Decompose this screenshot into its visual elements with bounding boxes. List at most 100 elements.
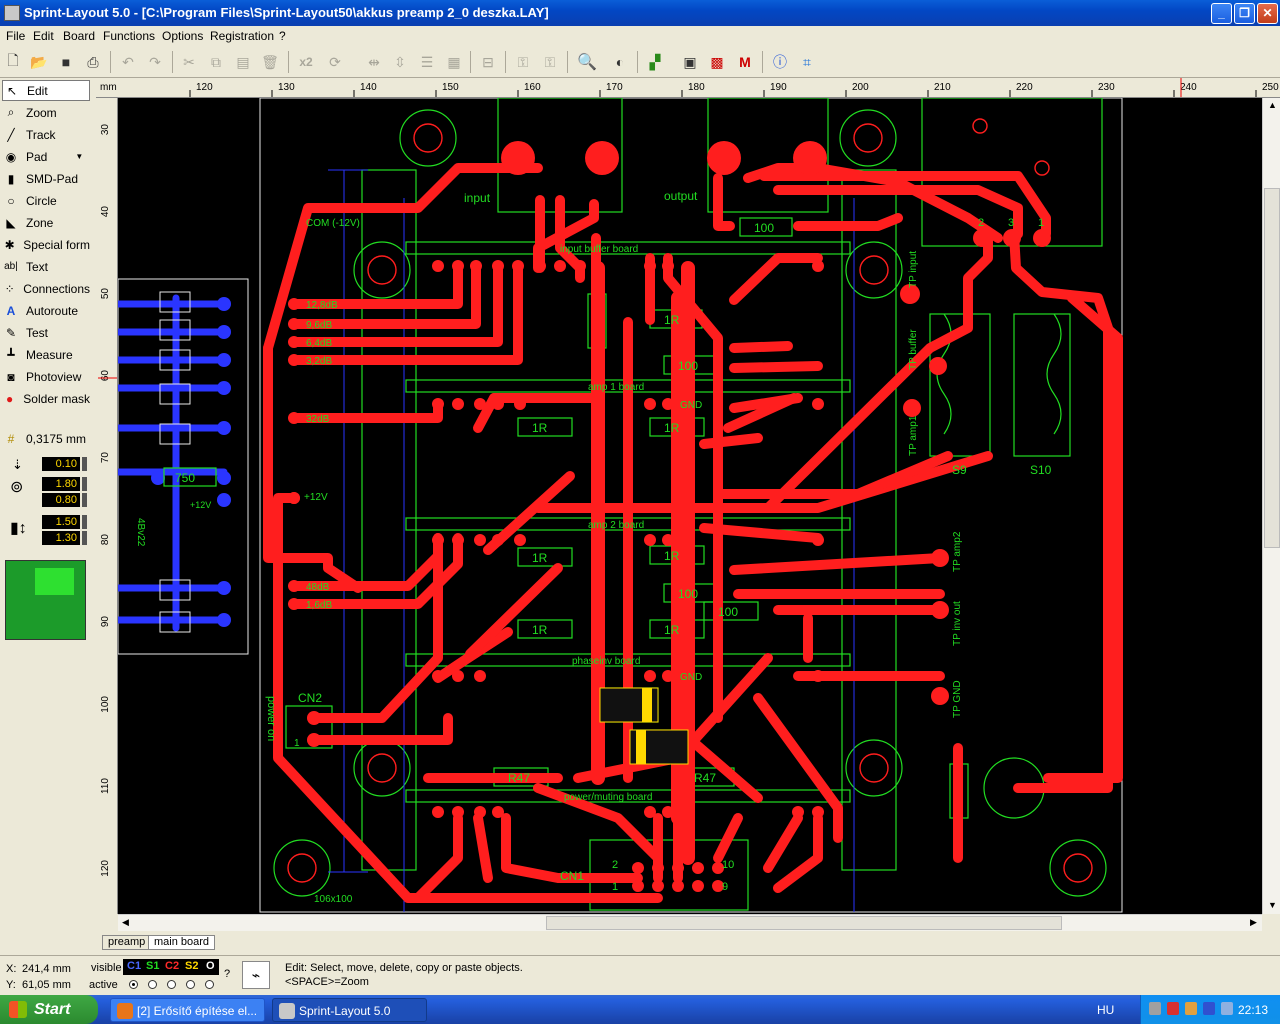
tray-app-icon[interactable] [1221, 1002, 1233, 1015]
active-layer-c1[interactable] [129, 980, 138, 989]
scroll-right-icon[interactable]: ▶ [1250, 917, 1257, 928]
edit-mode-icon[interactable]: ⌁ [242, 961, 270, 989]
active-layer-o[interactable] [205, 980, 214, 989]
start-button[interactable]: Start [0, 995, 98, 1024]
layer-o[interactable]: O [206, 960, 215, 972]
smd-height-field[interactable]: 1.30 [42, 531, 80, 545]
active-layer-s2[interactable] [186, 980, 195, 989]
pad-dropdown-icon[interactable]: ▼ [75, 152, 83, 161]
pad-inner-spinner[interactable] [82, 493, 87, 507]
save-icon[interactable]: ■ [56, 53, 76, 71]
macro-icon[interactable]: M [735, 53, 755, 71]
copy-icon[interactable]: ⧉ [206, 53, 226, 71]
tool-smd-pad[interactable]: ▮ SMD-Pad [2, 168, 90, 189]
tool-photoview[interactable]: ◙ Photoview [2, 366, 90, 387]
tool-autoroute[interactable]: A Autoroute [2, 300, 90, 321]
menu-help[interactable]: ? [279, 29, 286, 43]
undo-icon[interactable]: ↶ [118, 53, 138, 71]
active-layer-c2[interactable] [167, 980, 176, 989]
language-indicator[interactable]: HU [1097, 1003, 1114, 1017]
network-icon[interactable] [1149, 1002, 1161, 1015]
menu-file[interactable]: File [6, 29, 25, 43]
help-hint-icon[interactable]: ▣ [680, 53, 700, 71]
horizontal-scroll-thumb[interactable] [546, 916, 1062, 930]
cut-icon[interactable]: ✂ [179, 53, 199, 71]
tool-test[interactable]: ✎ Test [2, 322, 90, 343]
new-file-icon[interactable]: 🗋 [3, 52, 23, 71]
tool-track[interactable]: ╱ Track [2, 124, 90, 145]
drc-icon[interactable]: ▩ [707, 53, 727, 71]
level-3db-label: 3,2dB [306, 356, 332, 367]
tool-solder-mask[interactable]: ● Solder mask [2, 388, 90, 409]
redo-icon[interactable]: ↷ [145, 53, 165, 71]
taskbar-item-sprint-layout[interactable]: Sprint-Layout 5.0 [272, 998, 427, 1022]
layer-s2[interactable]: S2 [185, 960, 198, 972]
scanned-copy-icon[interactable]: ▞ [645, 53, 665, 71]
minimize-button[interactable]: _ [1211, 3, 1232, 24]
layer-c2[interactable]: C2 [165, 960, 179, 972]
pad-outer-field[interactable]: 1.80 [42, 477, 80, 491]
tool-text[interactable]: ab| Text [2, 256, 90, 277]
pcb-canvas[interactable]: 750 4Bv22 +12V input output COM (-12V) i… [118, 98, 1262, 914]
layer-icon[interactable]: ⊟ [478, 53, 498, 71]
layer-visibility[interactable]: C1 S1 C2 S2 O [123, 959, 219, 975]
menu-edit[interactable]: Edit [33, 29, 54, 43]
track-width-field[interactable]: 0.10 [42, 457, 80, 471]
track-width-spinner[interactable] [82, 457, 87, 471]
menu-registration[interactable]: Registration [210, 29, 274, 43]
info-icon[interactable]: ⓘ [770, 53, 790, 71]
paste-icon[interactable]: ▤ [233, 53, 253, 71]
active-layer-s1[interactable] [148, 980, 157, 989]
bluetooth-icon[interactable] [1203, 1002, 1215, 1015]
horizontal-scrollbar[interactable]: ◀ ▶ [118, 914, 1262, 931]
app-icon[interactable] [4, 5, 20, 21]
tool-pad[interactable]: ◉ Pad ▼ [2, 146, 90, 167]
tool-edit[interactable]: ↖ Edit [2, 80, 90, 101]
pad-outer-spinner[interactable] [82, 477, 87, 491]
vertical-scroll-thumb[interactable] [1264, 188, 1280, 548]
tool-connections[interactable]: ⁘ Connections [2, 278, 90, 299]
taskbar-item-browser[interactable]: [2] Erősítő építése el... [110, 998, 265, 1022]
layer-c1[interactable]: C1 [127, 960, 141, 972]
tool-circle[interactable]: ○ Circle [2, 190, 90, 211]
close-button[interactable]: ✕ [1257, 3, 1278, 24]
transparency-icon[interactable]: ◐ [610, 53, 630, 71]
smd-width-spinner[interactable] [82, 515, 87, 529]
vertical-scrollbar[interactable]: ▲ ▼ [1262, 98, 1280, 914]
smd-width-field[interactable]: 1.50 [42, 515, 80, 529]
zoom-icon[interactable]: 🔍 [577, 53, 597, 71]
restore-button[interactable]: ❐ [1234, 3, 1255, 24]
layer-color-preview[interactable] [5, 560, 86, 640]
scroll-left-icon[interactable]: ◀ [122, 917, 129, 928]
mirror-v-icon[interactable]: ⇳ [390, 53, 410, 71]
smd-height-spinner[interactable] [82, 531, 87, 545]
layer-s1[interactable]: S1 [146, 960, 159, 972]
group-icon[interactable]: ▦ [444, 53, 464, 71]
mirror-h-icon[interactable]: ⇹ [364, 53, 384, 71]
grid-setting[interactable]: #0,3175 mm [2, 428, 90, 449]
print-icon[interactable]: ⎙ [83, 53, 103, 71]
menu-options[interactable]: Options [162, 29, 203, 43]
lock-icon[interactable]: ⚿ [513, 53, 533, 71]
delete-icon[interactable]: 🗑 [260, 53, 280, 71]
tab-preamp[interactable]: preamp [102, 935, 152, 950]
pad-inner-field[interactable]: 0.80 [42, 493, 80, 507]
security-icon[interactable] [1167, 1002, 1179, 1015]
menu-board[interactable]: Board [63, 29, 95, 43]
duplicate-button[interactable]: x2 [296, 53, 316, 71]
align-icon[interactable]: ☰ [417, 53, 437, 71]
rotate-icon[interactable]: ⟳ [325, 53, 345, 71]
tab-main-board[interactable]: main board [148, 935, 216, 950]
crop-icon[interactable]: ⌗ [797, 53, 817, 71]
tool-zone[interactable]: ◣ Zone [2, 212, 90, 233]
volume-icon[interactable] [1185, 1002, 1197, 1015]
unlock-icon[interactable]: ⚿ [540, 53, 560, 71]
open-folder-icon[interactable]: 📂 [29, 53, 49, 71]
tool-special-form[interactable]: ✱ Special form [2, 234, 90, 255]
scroll-down-icon[interactable]: ▼ [1268, 900, 1277, 910]
menu-functions[interactable]: Functions [103, 29, 155, 43]
tool-measure[interactable]: ┻ Measure [2, 344, 90, 365]
layer-help[interactable]: ? [224, 968, 230, 980]
scroll-up-icon[interactable]: ▲ [1268, 100, 1277, 110]
tool-zoom[interactable]: ⌕ Zoom [2, 102, 90, 123]
